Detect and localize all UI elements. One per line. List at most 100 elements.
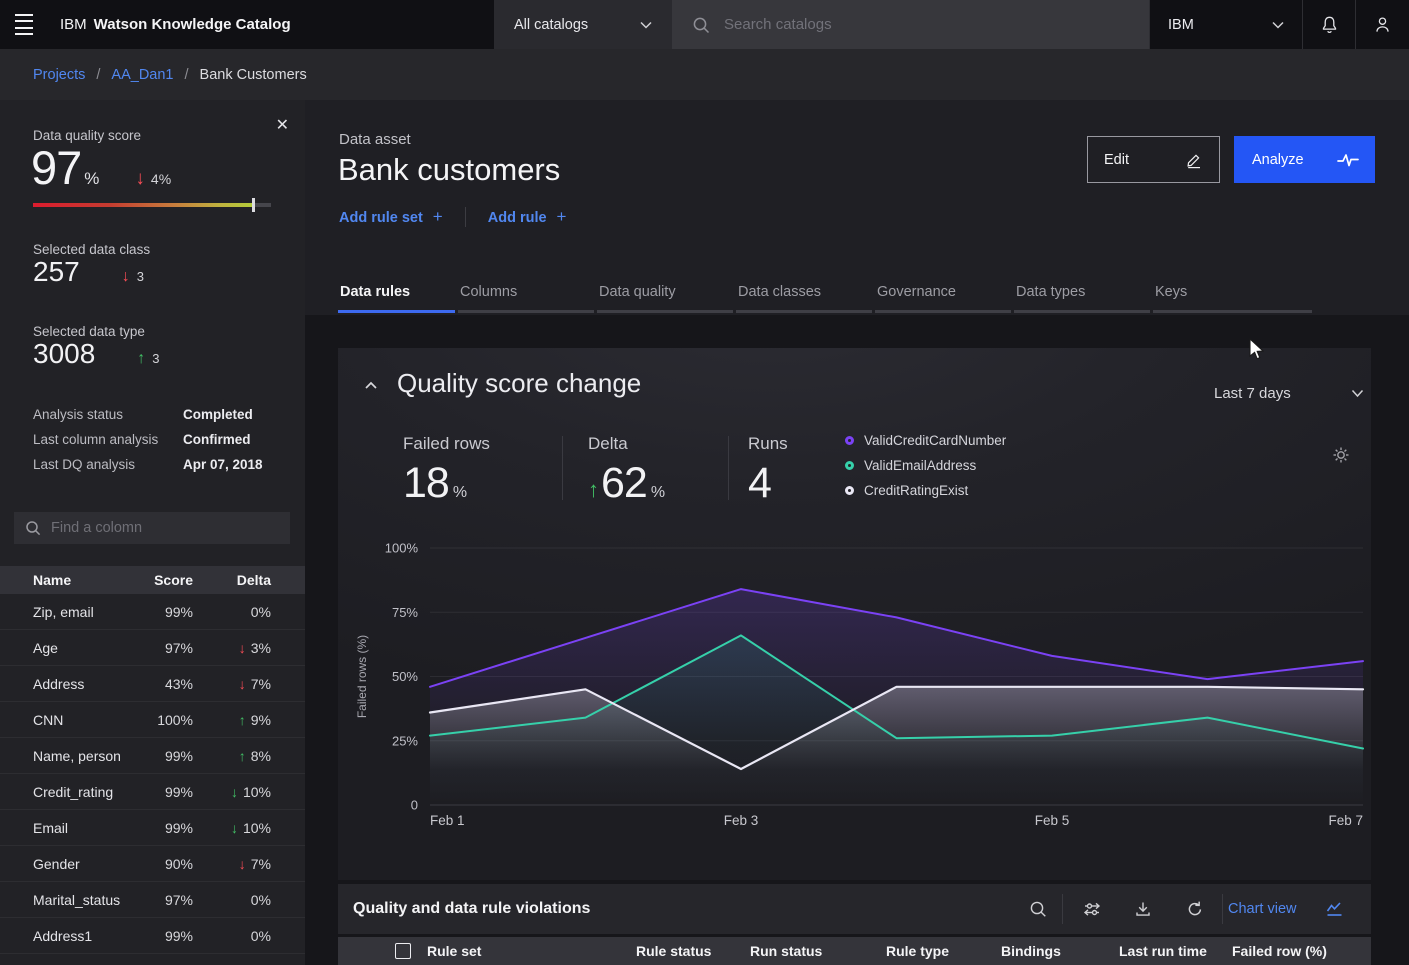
catalogs-dropdown-label: All catalogs (514, 17, 640, 33)
divider (562, 436, 563, 500)
edit-button[interactable]: Edit (1087, 136, 1220, 183)
restart-icon[interactable] (1179, 893, 1211, 925)
legend-item[interactable]: ValidCreditCardNumber (845, 428, 1006, 453)
column-name: Email (33, 820, 131, 836)
analysis-meta-row: Analysis statusCompleted (33, 402, 278, 427)
breadcrumb-item[interactable]: AA_Dan1 (111, 67, 173, 83)
add-rule-set-button[interactable]: Add rule set + (339, 207, 443, 227)
download-button[interactable] (1127, 893, 1159, 925)
find-column-input[interactable] (41, 520, 290, 536)
watson-knowledge-catalog-app: IBMWatson Knowledge Catalog All catalogs… (0, 0, 1409, 965)
date-range-dropdown[interactable]: Last 7 days (1214, 380, 1364, 406)
arrow-down-icon: ↓ (231, 820, 238, 836)
column-name: Gender (33, 856, 131, 872)
gauge-gradient (33, 203, 252, 207)
column-score-row[interactable]: Age97%↓3% (0, 630, 305, 666)
column-header-name[interactable]: Name (33, 572, 131, 588)
violations-column-header[interactable]: Last run time (1119, 937, 1207, 965)
column-delta: ↓10% (193, 820, 271, 836)
quality-score-delta: 4% (151, 171, 171, 187)
bell-icon (1320, 15, 1339, 34)
breadcrumb: Projects/AA_Dan1/Bank Customers (0, 49, 1409, 100)
quality-score-number: 97 (31, 140, 81, 195)
stat-runs: Runs4 (748, 434, 788, 508)
column-score-row[interactable]: Zip, email99%0% (0, 594, 305, 630)
violations-column-header[interactable]: Failed row (%) (1232, 937, 1327, 965)
menu-icon[interactable] (15, 14, 37, 35)
search-button[interactable] (1022, 893, 1054, 925)
settings-gear-icon[interactable] (1332, 446, 1350, 467)
tab-data-classes[interactable]: Data classes (736, 283, 872, 313)
column-score-row[interactable]: Address43%↓7% (0, 666, 305, 702)
legend-label: CreditRatingExist (864, 483, 968, 498)
violations-column-header[interactable]: Run status (750, 937, 822, 965)
add-rule-button[interactable]: Add rule + (488, 207, 567, 227)
activity-pulse-icon (1337, 152, 1359, 168)
arrow-up-icon: ↑ (137, 350, 145, 368)
column-score-row[interactable]: Gender90%↓7% (0, 846, 305, 882)
breadcrumb-separator: / (185, 67, 189, 83)
column-header-score[interactable]: Score (131, 572, 193, 588)
column-score-row[interactable]: Credit_rating99%↓10% (0, 774, 305, 810)
catalogs-dropdown[interactable]: All catalogs (494, 0, 672, 49)
tab-keys[interactable]: Keys (1153, 283, 1312, 313)
column-score-row[interactable]: Address199%0% (0, 918, 305, 954)
tab-data-quality[interactable]: Data quality (597, 283, 733, 313)
tab-underline (458, 310, 594, 313)
column-delta: ↓3% (193, 640, 271, 656)
rule-links: Add rule set + Add rule + (339, 207, 566, 227)
tab-columns[interactable]: Columns (458, 283, 594, 313)
page-title: Bank customers (338, 152, 560, 188)
stat-number: 4 (748, 459, 771, 508)
column-score-row[interactable]: Name, person99%↑8% (0, 738, 305, 774)
analyze-button[interactable]: Analyze (1234, 136, 1375, 183)
column-score-row[interactable]: Email99%↓10% (0, 810, 305, 846)
breadcrumb-separator: / (96, 67, 100, 83)
download-icon (1134, 900, 1152, 918)
search-input[interactable] (710, 0, 1149, 49)
user-profile-button[interactable] (1356, 0, 1409, 49)
column-score-row[interactable]: CNN100%↑9% (0, 702, 305, 738)
data-quality-sidebar: ✕ Data quality score 97 % ↓ 4% Selected … (0, 100, 305, 965)
violations-column-header[interactable]: Rule type (886, 937, 949, 965)
top-navbar: IBMWatson Knowledge Catalog All catalogs… (0, 0, 1409, 49)
collapse-chevron-up-icon[interactable] (364, 378, 378, 393)
violations-column-header[interactable]: Rule status (636, 937, 711, 965)
brand-prefix: IBM (60, 16, 87, 33)
divider (465, 207, 466, 227)
meta-value: Confirmed (183, 432, 251, 447)
chart-view-button[interactable]: Chart view (1228, 884, 1344, 934)
tab-data-rules[interactable]: Data rules (338, 283, 455, 313)
analysis-meta-row: Last column analysisConfirmed (33, 427, 278, 452)
tab-governance[interactable]: Governance (875, 283, 1011, 313)
account-dropdown[interactable]: IBM (1149, 0, 1303, 49)
analysis-meta: Analysis statusCompletedLast column anal… (33, 402, 278, 477)
violations-column-header[interactable]: Rule set (427, 937, 481, 965)
legend-item[interactable]: CreditRatingExist (845, 478, 1006, 503)
column-name: Age (33, 640, 131, 656)
quality-score-line-chart[interactable]: 025%50%75%100%Failed rows (%)Feb 1Feb 3F… (338, 533, 1371, 863)
tab-underline (736, 310, 872, 313)
delta-value: 10% (243, 784, 271, 800)
breadcrumb-item[interactable]: Projects (33, 67, 85, 83)
close-icon[interactable]: ✕ (276, 118, 289, 134)
meta-value: Completed (183, 407, 253, 422)
legend-label: ValidEmailAddress (864, 458, 976, 473)
person-icon (1373, 15, 1392, 34)
columns-table-header: Name Score Delta (0, 566, 305, 594)
tab-label: Data quality (597, 284, 676, 300)
notifications-button[interactable] (1303, 0, 1356, 49)
tab-data-types[interactable]: Data types (1014, 283, 1150, 313)
legend-item[interactable]: ValidEmailAddress (845, 453, 1006, 478)
columns-table-body: Zip, email99%0%Age97%↓3%Address43%↓7%CNN… (0, 594, 305, 954)
svg-text:Feb 5: Feb 5 (1035, 813, 1070, 828)
column-score-row[interactable]: Marital_status97%0% (0, 882, 305, 918)
arrow-down-icon: ↓ (239, 856, 246, 872)
filter-button[interactable] (1076, 893, 1108, 925)
select-all-checkbox[interactable] (395, 943, 411, 959)
column-score: 99% (131, 928, 193, 944)
gauge-marker (252, 198, 255, 212)
column-header-delta[interactable]: Delta (193, 572, 271, 588)
violations-column-header[interactable]: Bindings (1001, 937, 1061, 965)
violations-title: Quality and data rule violations (353, 884, 590, 934)
